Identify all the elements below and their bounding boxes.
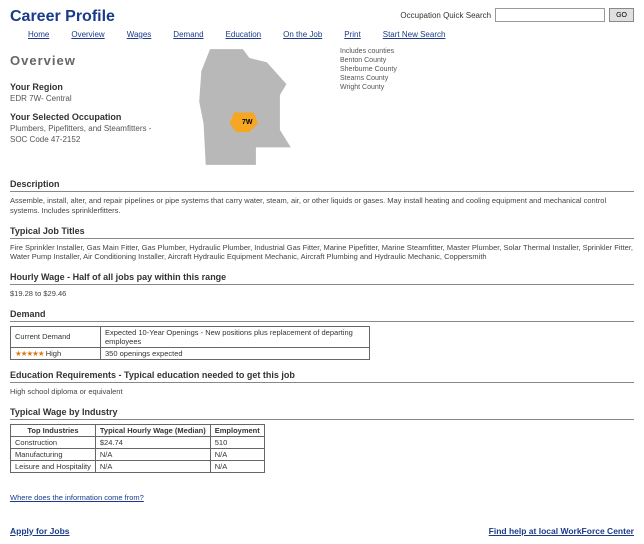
map-region-code: 7W (242, 119, 253, 126)
top-nav: Home Overview Wages Demand Education On … (28, 30, 634, 39)
table-row: ★★★★★ High 350 openings expected (11, 347, 370, 359)
table-row: Leisure and Hospitality N/A N/A (11, 460, 265, 472)
county-item: Stearns County (340, 74, 397, 83)
find-help-link[interactable]: Find help at local WorkForce Center (489, 526, 634, 536)
cell: $24.74 (95, 436, 210, 448)
demand-openings: 350 openings expected (101, 347, 370, 359)
cell: N/A (95, 448, 210, 460)
wage-industry-heading: Typical Wage by Industry (10, 407, 634, 420)
education-heading: Education Requirements - Typical educati… (10, 370, 634, 383)
star-icon: ★★★★★ (15, 349, 44, 358)
county-item: Benton County (340, 56, 397, 65)
wage-th-median: Typical Hourly Wage (Median) (95, 424, 210, 436)
cell: Leisure and Hospitality (11, 460, 96, 472)
table-row: Current Demand Expected 10-Year Openings… (11, 326, 370, 347)
cell: 510 (210, 436, 264, 448)
table-row: Construction $24.74 510 (11, 436, 265, 448)
info-source-link[interactable]: Where does the information come from? (10, 493, 144, 502)
cell: N/A (95, 460, 210, 472)
demand-heading: Demand (10, 309, 634, 322)
wage-th-industry: Top Industries (11, 424, 96, 436)
quick-search: Occupation Quick Search GO (400, 8, 634, 22)
nav-print[interactable]: Print (344, 30, 360, 39)
counties-header: Includes counties (340, 47, 397, 56)
description-text: Assemble, install, alter, and repair pip… (10, 196, 634, 216)
page-title: Career Profile (10, 8, 115, 26)
wage-text: $19.28 to $29.46 (10, 289, 634, 299)
table-row: Top Industries Typical Hourly Wage (Medi… (11, 424, 265, 436)
wage-heading: Hourly Wage - Half of all jobs pay withi… (10, 272, 634, 285)
cell: Construction (11, 436, 96, 448)
occupation-label: Your Selected Occupation (10, 112, 170, 122)
demand-col2-label: Expected 10-Year Openings - New position… (101, 326, 370, 347)
cell: Manufacturing (11, 448, 96, 460)
region-label: Your Region (10, 82, 170, 92)
wage-th-employment: Employment (210, 424, 264, 436)
county-item: Wright County (340, 83, 397, 92)
county-item: Sherburne County (340, 65, 397, 74)
go-button[interactable]: GO (609, 8, 634, 22)
description-heading: Description (10, 179, 634, 192)
apply-for-jobs-link[interactable]: Apply for Jobs (10, 526, 70, 536)
wage-industry-table: Top Industries Typical Hourly Wage (Medi… (10, 424, 265, 473)
demand-rating-text: High (46, 349, 61, 358)
overview-heading: Overview (10, 53, 170, 68)
counties-list: Includes counties Benton County Sherburn… (340, 47, 397, 169)
nav-demand[interactable]: Demand (173, 30, 203, 39)
search-label: Occupation Quick Search (400, 11, 491, 20)
nav-start-new-search[interactable]: Start New Search (383, 30, 446, 39)
demand-col1-label: Current Demand (11, 326, 101, 347)
nav-wages[interactable]: Wages (127, 30, 152, 39)
job-titles-text: Fire Sprinkler Installer, Gas Main Fitte… (10, 243, 634, 263)
job-titles-heading: Typical Job Titles (10, 226, 634, 239)
table-row: Manufacturing N/A N/A (11, 448, 265, 460)
nav-home[interactable]: Home (28, 30, 49, 39)
nav-education[interactable]: Education (226, 30, 262, 39)
cell: N/A (210, 448, 264, 460)
region-value: EDR 7W- Central (10, 94, 170, 104)
demand-rating-cell: ★★★★★ High (11, 347, 101, 359)
search-input[interactable] (495, 8, 605, 22)
demand-table: Current Demand Expected 10-Year Openings… (10, 326, 370, 360)
region-map: 7W (190, 47, 310, 169)
cell: N/A (210, 460, 264, 472)
nav-overview[interactable]: Overview (71, 30, 104, 39)
education-text: High school diploma or equivalent (10, 387, 634, 397)
occupation-value: Plumbers, Pipefitters, and Steamfitters … (10, 124, 170, 145)
nav-on-the-job[interactable]: On the Job (283, 30, 322, 39)
minnesota-map-icon (190, 47, 300, 167)
